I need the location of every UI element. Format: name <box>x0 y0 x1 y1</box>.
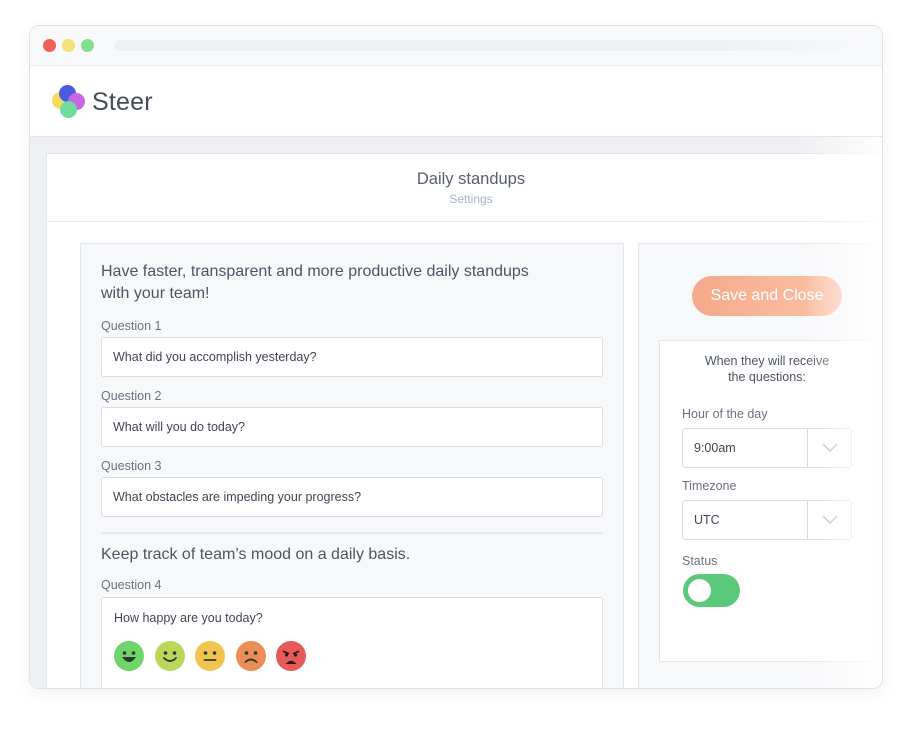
page-title: Daily standups <box>416 170 526 188</box>
question-1-label: Question 1 <box>101 319 162 333</box>
save-and-close-button[interactable]: Save and Close <box>692 276 842 316</box>
status-toggle[interactable] <box>683 574 740 607</box>
settings-card: Daily standups Settings Have faster, tra… <box>46 153 882 688</box>
mood-section-title: Keep track of team’s mood on a daily bas… <box>101 546 411 563</box>
very-sad-face-icon[interactable] <box>276 641 306 671</box>
browser-window: Steer Daily standups Settings Have faste… <box>29 25 883 689</box>
question-2-label: Question 2 <box>101 389 162 403</box>
questions-intro: Have faster, transparent and more produc… <box>101 263 529 302</box>
hour-label: Hour of the day <box>682 407 768 421</box>
chevron-down-icon[interactable] <box>807 501 851 539</box>
very-happy-face-icon[interactable] <box>114 641 144 671</box>
schedule-box: When they will receive the questions: Ho… <box>659 340 875 662</box>
main-content: Daily standups Settings Have faster, tra… <box>30 137 882 688</box>
question-4-label: Question 4 <box>101 578 162 592</box>
chevron-down-icon[interactable] <box>807 429 851 467</box>
question-2-input[interactable]: What will you do today? <box>101 407 603 447</box>
timezone-select[interactable]: UTC <box>682 500 852 540</box>
window-titlebar <box>30 26 882 66</box>
question-3-label: Question 3 <box>101 459 162 473</box>
question-4-box: How happy are you today? <box>101 597 603 688</box>
schedule-title: When they will receive the questions: <box>704 354 830 384</box>
question-4-text[interactable]: How happy are you today? <box>114 611 263 625</box>
hour-value: 9:00am <box>694 441 736 455</box>
schedule-panel: Save and Close When they will receive th… <box>638 243 882 688</box>
timezone-label: Timezone <box>682 479 737 493</box>
address-bar[interactable] <box>114 40 870 51</box>
maximize-window-icon[interactable] <box>81 39 94 52</box>
minimize-window-icon[interactable] <box>62 39 75 52</box>
questions-panel: Have faster, transparent and more produc… <box>80 243 624 688</box>
close-window-icon[interactable] <box>43 39 56 52</box>
app-name: Steer <box>92 88 153 116</box>
app-header: Steer <box>30 66 882 137</box>
question-1-input[interactable]: What did you accomplish yesterday? <box>101 337 603 377</box>
sad-face-icon[interactable] <box>236 641 266 671</box>
neutral-face-icon[interactable] <box>195 641 225 671</box>
timezone-value: UTC <box>694 513 720 527</box>
steer-logo-icon <box>50 84 86 120</box>
question-3-input[interactable]: What obstacles are impeding your progres… <box>101 477 603 517</box>
happy-face-icon[interactable] <box>155 641 185 671</box>
status-label: Status <box>682 554 718 568</box>
page-subtitle: Settings <box>449 192 493 206</box>
section-divider <box>101 532 603 534</box>
toggle-knob <box>688 579 711 602</box>
hour-select[interactable]: 9:00am <box>682 428 852 468</box>
card-header: Daily standups Settings <box>47 154 882 222</box>
